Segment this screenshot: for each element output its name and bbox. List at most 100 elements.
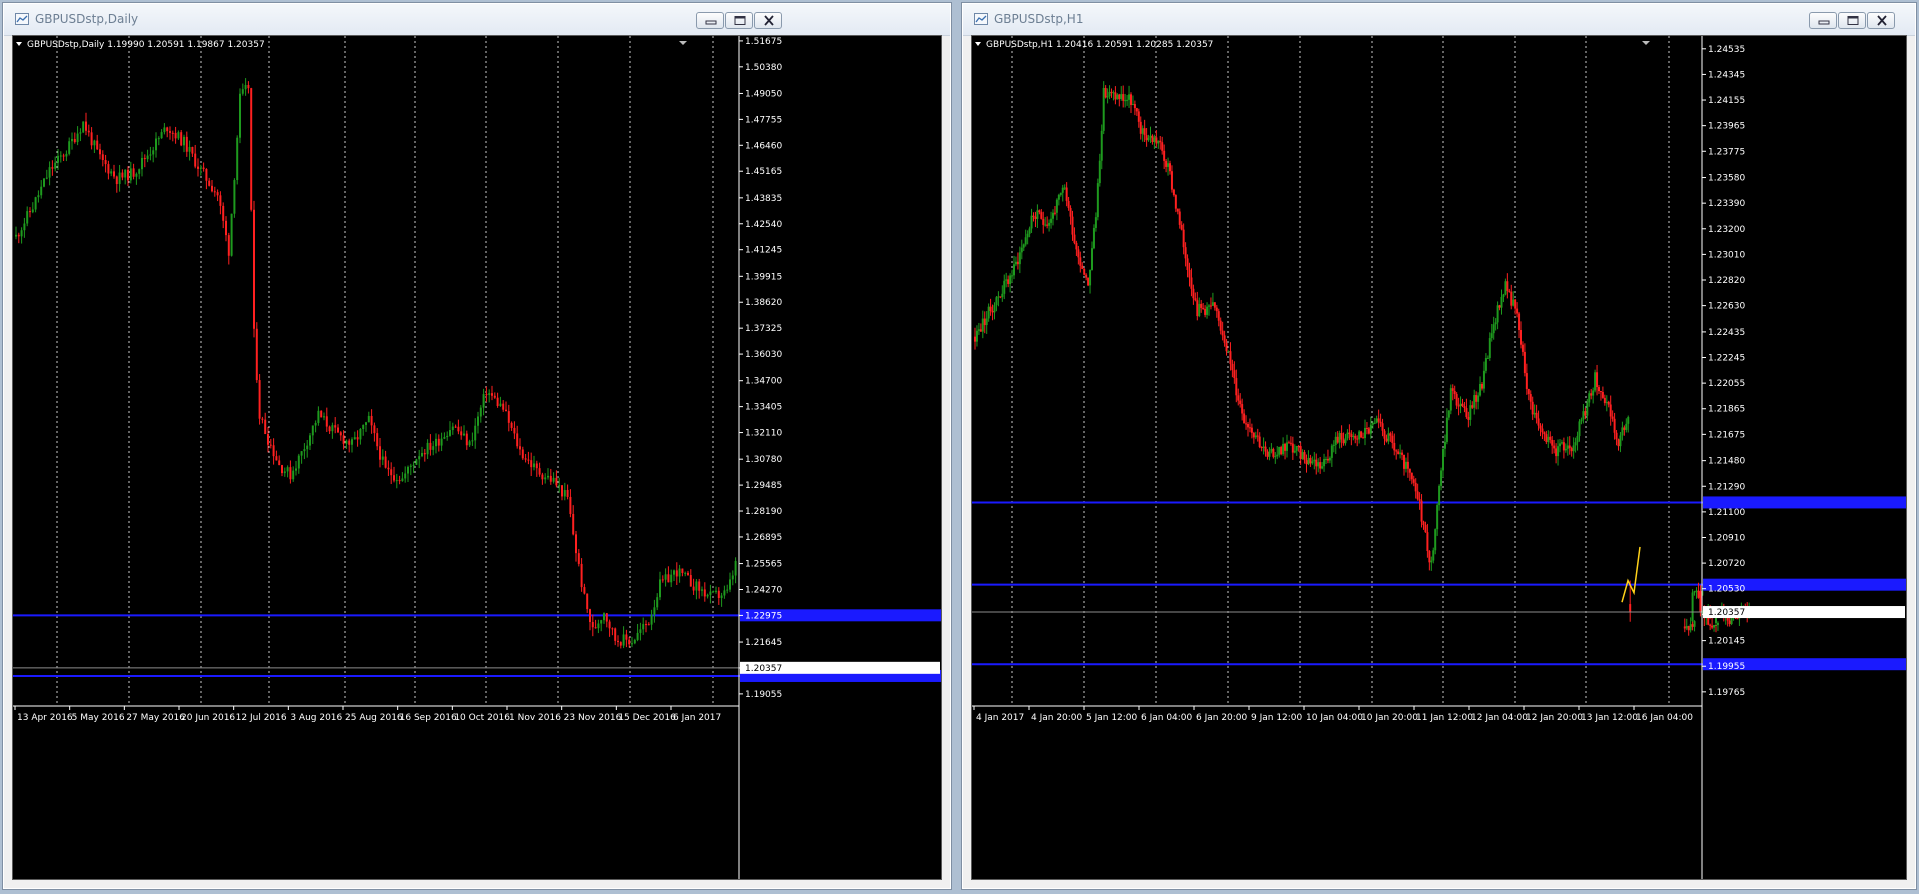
candle-body: [1018, 252, 1021, 265]
candle-body: [415, 459, 418, 465]
candle-body: [446, 435, 449, 438]
candle-body: [1403, 454, 1405, 469]
candle-body: [1406, 461, 1409, 469]
candle-body: [1013, 264, 1015, 276]
candle-body: [1026, 233, 1029, 238]
title-bar[interactable]: GBPUSDstp,Daily: [4, 4, 950, 36]
candle-body: [345, 440, 348, 444]
candle-body: [1330, 445, 1333, 458]
candle-body: [1057, 194, 1060, 200]
price-tick-label: 1.32110: [745, 429, 782, 439]
candle-body: [999, 296, 1002, 298]
candle-body: [1334, 436, 1337, 445]
close-button[interactable]: [754, 12, 782, 29]
candle-body: [1455, 394, 1458, 406]
candle-body: [1588, 393, 1591, 403]
candle-body: [390, 469, 393, 476]
candle-body: [1457, 405, 1460, 407]
candle-body: [1174, 195, 1177, 209]
close-button[interactable]: [1867, 12, 1895, 29]
candle-body: [1695, 590, 1698, 592]
candle-body: [647, 624, 650, 626]
candle-body: [533, 463, 535, 468]
candle-body: [1315, 459, 1318, 467]
candle-body: [1295, 445, 1298, 451]
price-chart[interactable]: 1.51675 1.50380 1.49050 1.47755 1.46460 1.451…: [12, 35, 942, 880]
candle-body: [642, 624, 645, 630]
minimize-button[interactable]: [1809, 12, 1837, 29]
price-tick-label: 1.46460: [745, 141, 782, 151]
time-tick-label: 3 Aug 2016: [290, 713, 342, 723]
candle-body: [619, 642, 622, 646]
candle-body: [1046, 224, 1049, 226]
candle-body: [734, 560, 737, 576]
price-tick-label: 1.21865: [1708, 405, 1745, 415]
candle-body: [1005, 279, 1008, 281]
candle-body: [1328, 457, 1331, 461]
candle-body: [1385, 438, 1388, 442]
candle-body: [1055, 199, 1058, 213]
current-price-label: 1.20357: [745, 664, 782, 674]
current-price-label: 1.20357: [1708, 608, 1745, 618]
ohlc-header: GBPUSDstp,Daily 1.19990 1.20591 1.19867 …: [27, 40, 265, 50]
candle-body: [1607, 401, 1610, 405]
candle-body: [1227, 351, 1230, 353]
candle-body: [1391, 435, 1394, 443]
candle-body: [1178, 211, 1181, 225]
time-tick-label: 1 Nov 2016: [509, 713, 561, 723]
candle-body: [1110, 91, 1113, 93]
candle-body: [1083, 268, 1086, 275]
candle-body: [1338, 433, 1341, 443]
candle-body: [440, 438, 443, 446]
minimize-button[interactable]: [696, 12, 724, 29]
candle-body: [129, 168, 132, 181]
time-tick-label: 23 Nov 2016: [564, 713, 622, 723]
candle-body: [1619, 435, 1622, 447]
candle-body: [208, 180, 211, 186]
candle-body: [1003, 280, 1006, 294]
candle-body: [23, 223, 26, 231]
price-tick-label: 1.20720: [1708, 559, 1745, 569]
window-title: GBPUSDstp,Daily: [35, 12, 139, 26]
candle-body: [1375, 418, 1378, 423]
candle-body: [395, 480, 398, 482]
candle-body: [1527, 388, 1530, 395]
candle-body: [1188, 269, 1191, 278]
candle-body: [563, 490, 566, 497]
candle-body: [1603, 397, 1606, 404]
candle-body: [1399, 452, 1402, 455]
candle-body: [979, 329, 982, 332]
candle-body: [443, 437, 446, 439]
candle-body: [1709, 624, 1712, 626]
candle-body: [1348, 432, 1351, 435]
restore-button[interactable]: [725, 12, 753, 29]
price-tick-label: 1.21675: [1708, 430, 1745, 440]
candle-body: [975, 330, 978, 342]
candle-body: [731, 575, 734, 580]
candle-body: [586, 593, 589, 610]
candle-body: [1586, 402, 1589, 416]
restore-button[interactable]: [1838, 12, 1866, 29]
title-bar[interactable]: GBPUSDstp,H1: [963, 4, 1915, 36]
price-chart[interactable]: 1.24535 1.24345 1.24155 1.23965 1.23775 1.235…: [971, 35, 1907, 880]
ohlc-header: GBPUSDstp,H1 1.20416 1.20591 1.20285 1.2…: [986, 40, 1213, 50]
candle-body: [1172, 189, 1175, 196]
price-tick-label: 1.22630: [1708, 302, 1745, 312]
candle-body: [1408, 468, 1411, 473]
level-price-tag: [1703, 496, 1906, 509]
candle-body: [1379, 421, 1382, 424]
candle-body: [1627, 417, 1630, 424]
candle-body: [717, 590, 720, 598]
candle-body: [1568, 445, 1571, 449]
candle-body: [1053, 212, 1056, 214]
candle-body: [1321, 466, 1324, 469]
candle-body: [381, 456, 384, 460]
candle-body: [155, 138, 157, 151]
candle-body: [1426, 532, 1429, 551]
candle-body: [412, 464, 415, 466]
candle-body: [451, 426, 454, 431]
candle-body: [1213, 302, 1216, 308]
candle-body: [670, 574, 673, 583]
candle-body: [1387, 433, 1390, 442]
candle-body: [300, 451, 303, 456]
